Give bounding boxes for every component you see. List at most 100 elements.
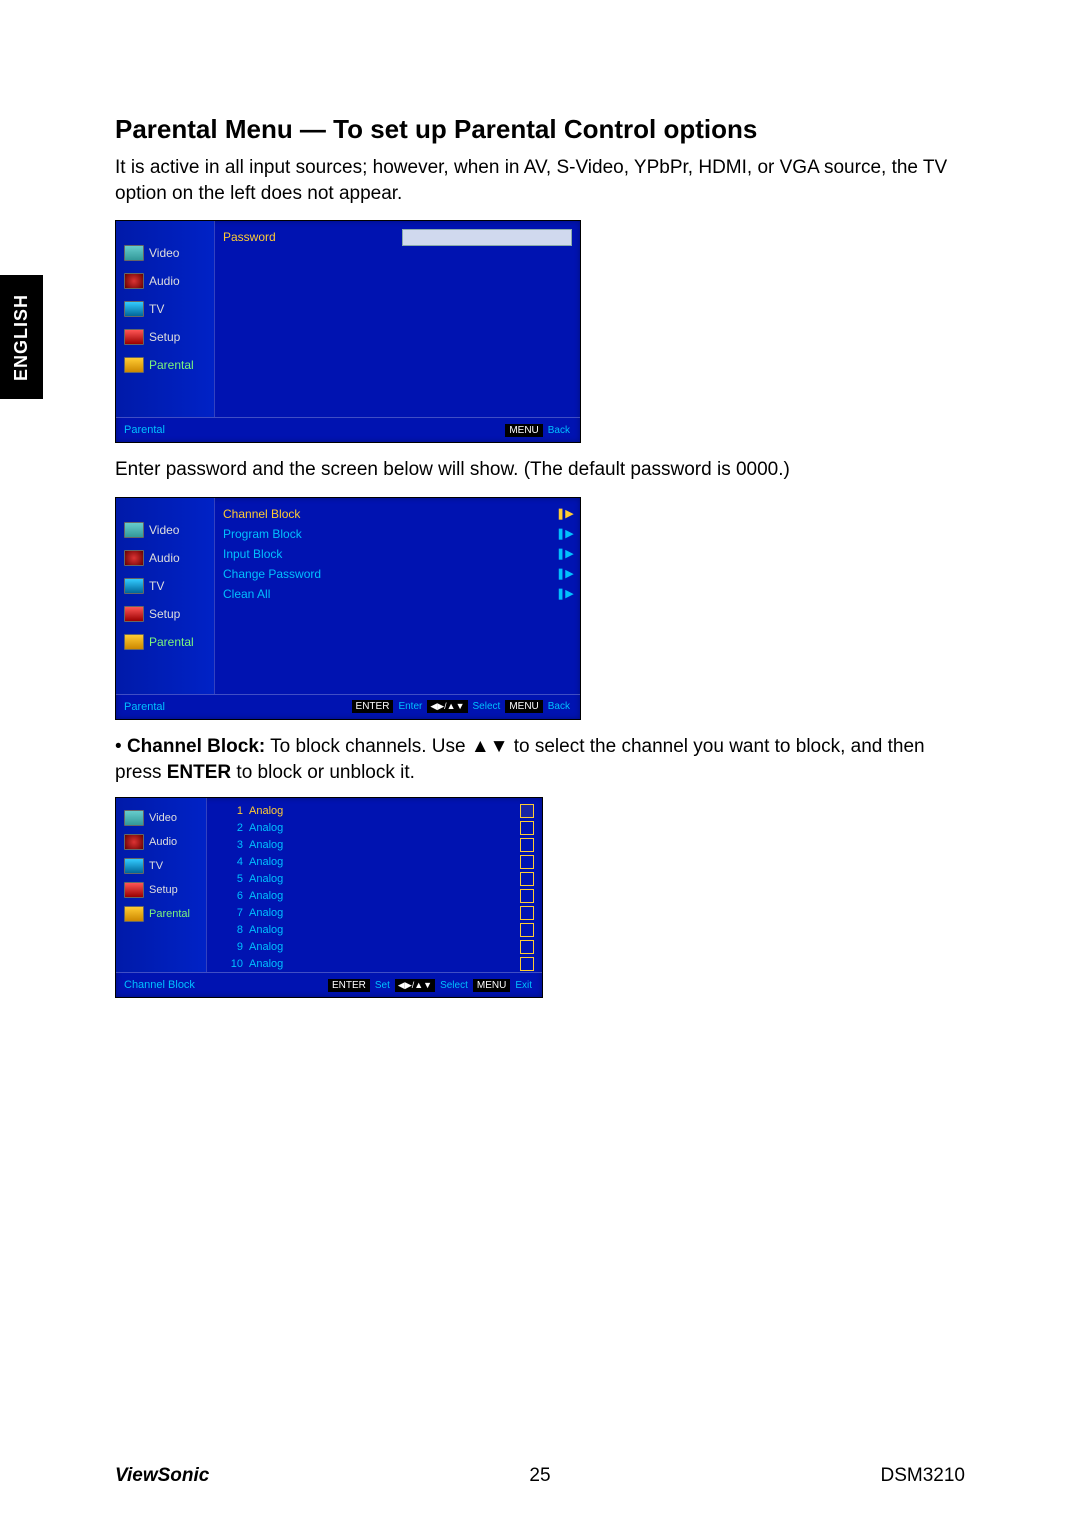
- bullet-label: Channel Block:: [127, 736, 265, 757]
- sidebar-item-video[interactable]: Video: [116, 516, 214, 544]
- sidebar-item-label: Video: [149, 812, 177, 824]
- channel-row[interactable]: 4Analog: [215, 853, 534, 870]
- block-checkbox[interactable]: [520, 923, 534, 937]
- menu-key: MENU: [473, 979, 510, 992]
- password-label: Password: [223, 230, 402, 244]
- block-checkbox[interactable]: [520, 906, 534, 920]
- sidebar-item-setup[interactable]: Setup: [116, 600, 214, 628]
- sidebar-item-parental[interactable]: Parental: [116, 628, 214, 656]
- page-title: Parental Menu — To set up Parental Contr…: [115, 114, 965, 145]
- after-password-text: Enter password and the screen below will…: [115, 457, 965, 483]
- enter-arrow-icon: ❚▶: [556, 587, 572, 600]
- channel-row[interactable]: 6Analog: [215, 887, 534, 904]
- enter-arrow-icon: ❚▶: [556, 507, 572, 520]
- option-input-block[interactable]: Input Block❚▶: [223, 544, 572, 564]
- tv-icon: [124, 301, 144, 317]
- menu-key: MENU: [505, 424, 542, 437]
- block-checkbox[interactable]: [520, 804, 534, 818]
- nav-arrows-icon: ◀▶/▲▼: [427, 700, 467, 713]
- channel-type: Analog: [249, 958, 329, 970]
- block-checkbox[interactable]: [520, 957, 534, 971]
- block-checkbox[interactable]: [520, 838, 534, 852]
- menu-val: Back: [546, 425, 572, 436]
- sidebar-item-audio[interactable]: Audio: [116, 267, 214, 295]
- option-program-block[interactable]: Program Block❚▶: [223, 524, 572, 544]
- osd-footer: Parental ENTER Enter ◀▶/▲▼ Select MENU B…: [116, 694, 580, 719]
- channel-row[interactable]: 2Analog: [215, 819, 534, 836]
- option-change-password[interactable]: Change Password❚▶: [223, 564, 572, 584]
- enter-arrow-icon: ❚▶: [556, 567, 572, 580]
- block-checkbox[interactable]: [520, 889, 534, 903]
- setup-icon: [124, 606, 144, 622]
- channel-type: Analog: [249, 805, 329, 817]
- audio-icon: [124, 834, 144, 850]
- menu-val: Back: [546, 701, 572, 712]
- channel-type: Analog: [249, 941, 329, 953]
- sidebar-item-setup[interactable]: Setup: [116, 323, 214, 351]
- sidebar-item-video[interactable]: Video: [116, 806, 206, 830]
- channel-row[interactable]: 5Analog: [215, 870, 534, 887]
- osd-footer: Channel Block ENTER Set ◀▶/▲▼ Select MEN…: [116, 972, 542, 997]
- sidebar-item-label: Video: [149, 246, 179, 260]
- sidebar-item-label: TV: [149, 579, 164, 593]
- osd-channel-block: Video Audio TV Setup Parental 1Analog2An…: [115, 797, 543, 998]
- option-label: Program Block: [223, 527, 556, 541]
- channel-row[interactable]: 10Analog: [215, 955, 534, 972]
- enter-arrow-icon: ❚▶: [556, 527, 572, 540]
- page-footer: ViewSonic 25 DSM3210: [115, 1465, 965, 1487]
- lock-icon: [124, 906, 144, 922]
- sidebar-item-tv[interactable]: TV: [116, 572, 214, 600]
- lock-icon: [124, 357, 144, 373]
- tv-icon: [124, 578, 144, 594]
- sidebar-item-parental[interactable]: Parental: [116, 902, 206, 926]
- sidebar-item-label: TV: [149, 302, 164, 316]
- password-row[interactable]: Password: [223, 227, 572, 247]
- channel-row[interactable]: 3Analog: [215, 836, 534, 853]
- channel-row[interactable]: 9Analog: [215, 938, 534, 955]
- block-checkbox[interactable]: [520, 855, 534, 869]
- osd-footer-title: Channel Block: [124, 979, 328, 991]
- sidebar-item-tv[interactable]: TV: [116, 295, 214, 323]
- sidebar-item-video[interactable]: Video: [116, 239, 214, 267]
- password-input[interactable]: [402, 229, 572, 246]
- channel-row[interactable]: 1Analog: [215, 802, 534, 819]
- block-checkbox[interactable]: [520, 872, 534, 886]
- option-channel-block[interactable]: Channel Block❚▶: [223, 504, 572, 524]
- language-tab: ENGLISH: [0, 275, 43, 399]
- bullet-channel-block: • Channel Block: To block channels. Use …: [115, 734, 965, 785]
- channel-number: 9: [215, 941, 249, 953]
- channel-row[interactable]: 8Analog: [215, 921, 534, 938]
- osd-body: Video Audio TV Setup Parental Password: [116, 221, 580, 417]
- sidebar-item-audio[interactable]: Audio: [116, 830, 206, 854]
- footer-page: 25: [398, 1465, 681, 1487]
- audio-icon: [124, 273, 144, 289]
- osd-parental-options: Video Audio TV Setup Parental Channel Bl…: [115, 497, 581, 720]
- osd-body: Video Audio TV Setup Parental 1Analog2An…: [116, 798, 542, 972]
- sidebar-item-setup[interactable]: Setup: [116, 878, 206, 902]
- bullet-text-2: to block or unblock it.: [231, 762, 415, 783]
- tv-icon: [124, 858, 144, 874]
- block-checkbox[interactable]: [520, 821, 534, 835]
- enter-key: ENTER: [352, 700, 394, 713]
- channel-row[interactable]: 7Analog: [215, 904, 534, 921]
- block-checkbox[interactable]: [520, 940, 534, 954]
- channel-number: 1: [215, 805, 249, 817]
- channel-type: Analog: [249, 890, 329, 902]
- osd-main: Password: [214, 221, 580, 417]
- sidebar-item-label: Audio: [149, 836, 177, 848]
- sidebar-item-parental[interactable]: Parental: [116, 351, 214, 379]
- menu-val: Exit: [513, 980, 534, 991]
- channel-number: 4: [215, 856, 249, 868]
- osd-body: Video Audio TV Setup Parental Channel Bl…: [116, 498, 580, 694]
- osd-footer: Parental MENU Back: [116, 417, 580, 442]
- channel-type: Analog: [249, 907, 329, 919]
- footer-brand: ViewSonic: [115, 1465, 398, 1487]
- setup-icon: [124, 882, 144, 898]
- option-clean-all[interactable]: Clean All❚▶: [223, 584, 572, 604]
- osd-password: Video Audio TV Setup Parental Password P…: [115, 220, 581, 443]
- sidebar-item-audio[interactable]: Audio: [116, 544, 214, 572]
- select-val: Select: [438, 980, 470, 991]
- channel-type: Analog: [249, 822, 329, 834]
- sidebar-item-tv[interactable]: TV: [116, 854, 206, 878]
- channel-number: 7: [215, 907, 249, 919]
